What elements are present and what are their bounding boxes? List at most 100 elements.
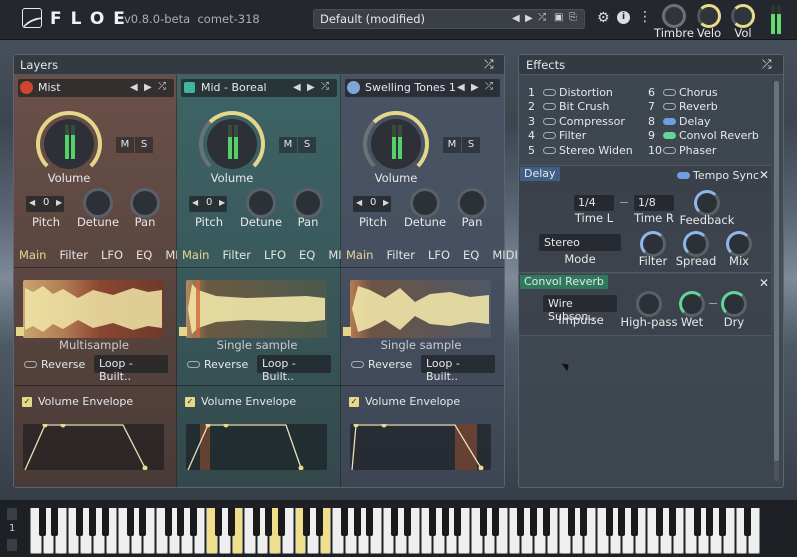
mute-button[interactable]: M xyxy=(443,137,461,153)
mode-select[interactable]: Stereo xyxy=(539,234,621,251)
pan-knob[interactable] xyxy=(457,188,487,218)
tempo-sync-toggle[interactable] xyxy=(677,172,690,179)
black-key[interactable] xyxy=(693,508,701,536)
tab-main[interactable]: Main xyxy=(19,248,46,262)
tab-main[interactable]: Main xyxy=(182,248,209,262)
black-key[interactable] xyxy=(341,508,348,536)
high-pass-knob[interactable] xyxy=(636,291,662,317)
black-key[interactable] xyxy=(177,508,185,536)
black-key[interactable] xyxy=(744,508,752,536)
effect-item-filter[interactable]: 4 Filter xyxy=(528,129,648,142)
mute-button[interactable]: M xyxy=(279,137,297,153)
waveform-display[interactable] xyxy=(23,280,164,338)
next-instrument-icon[interactable]: ▶ xyxy=(144,82,152,93)
reverse-toggle[interactable] xyxy=(187,361,200,368)
black-key[interactable] xyxy=(605,508,613,536)
envelope-display[interactable] xyxy=(186,424,327,470)
black-key[interactable] xyxy=(366,508,374,536)
envelope-display[interactable] xyxy=(23,424,164,470)
black-key[interactable] xyxy=(38,508,46,536)
pitch-up-icon[interactable]: ▶ xyxy=(219,198,225,207)
prev-preset-icon[interactable]: ◀ xyxy=(512,13,520,24)
black-key[interactable] xyxy=(139,508,147,536)
tab-eq[interactable]: EQ xyxy=(463,248,479,262)
solo-button[interactable]: S xyxy=(298,137,316,153)
detune-knob[interactable] xyxy=(83,188,113,218)
effect-item-compressor[interactable]: 3 Compressor xyxy=(528,115,648,128)
prev-instrument-icon[interactable]: ◀ xyxy=(293,82,301,93)
effect-item-bit-crush[interactable]: 2 Bit Crush xyxy=(528,100,648,113)
next-instrument-icon[interactable]: ▶ xyxy=(471,82,479,93)
effect-item-phaser[interactable]: 10 Phaser xyxy=(648,144,768,157)
black-key[interactable] xyxy=(719,508,726,536)
detune-knob[interactable] xyxy=(246,188,276,218)
start-marker-icon[interactable] xyxy=(16,327,24,336)
close-convol-icon[interactable]: ✕ xyxy=(759,276,769,290)
pitch-stepper[interactable]: ◀ 0 ▶ xyxy=(189,196,227,212)
tab-eq[interactable]: EQ xyxy=(136,248,152,262)
effect-item-reverb[interactable]: 7 Reverb xyxy=(648,100,768,113)
time-r-field[interactable]: 1/8 xyxy=(634,195,674,211)
layer-name[interactable]: Mist xyxy=(38,81,61,94)
envelope-checkbox[interactable]: ✓ xyxy=(185,397,195,407)
black-key[interactable] xyxy=(126,508,134,536)
loop-mode-select[interactable]: Loop - Built.. xyxy=(257,355,331,383)
dry-knob[interactable] xyxy=(721,291,747,317)
black-key[interactable] xyxy=(391,508,399,536)
waveform-display[interactable] xyxy=(186,280,327,338)
pitch-down-icon[interactable]: ◀ xyxy=(29,198,35,207)
octave-up-icon[interactable] xyxy=(7,508,17,520)
impulse-select[interactable]: Wire Subson.. xyxy=(543,295,617,323)
black-key[interactable] xyxy=(567,508,575,536)
pitch-stepper[interactable]: ◀ 0 ▶ xyxy=(26,196,64,212)
gear-icon[interactable]: ⚙ xyxy=(597,10,610,26)
black-key[interactable] xyxy=(215,508,222,536)
tab-lfo[interactable]: LFO xyxy=(428,248,450,262)
black-key[interactable] xyxy=(441,508,449,536)
reverse-toggle[interactable] xyxy=(351,361,364,368)
shuffle-layers-icon[interactable]: ⤮ xyxy=(484,57,494,72)
wet-knob[interactable] xyxy=(679,291,705,317)
black-key[interactable] xyxy=(353,508,361,536)
tab-main[interactable]: Main xyxy=(346,248,373,262)
pan-knob[interactable] xyxy=(130,188,160,218)
black-key[interactable] xyxy=(429,508,437,536)
menu-icon[interactable]: ⋮ xyxy=(638,9,652,25)
pan-knob[interactable] xyxy=(293,188,323,218)
black-key[interactable] xyxy=(580,508,588,536)
black-key[interactable] xyxy=(164,508,172,536)
prev-instrument-icon[interactable]: ◀ xyxy=(457,82,465,93)
tab-eq[interactable]: EQ xyxy=(299,248,315,262)
vol-knob[interactable] xyxy=(731,4,755,28)
black-key[interactable] xyxy=(315,508,323,536)
black-key[interactable] xyxy=(189,508,197,536)
detune-knob[interactable] xyxy=(410,188,440,218)
shuffle-instrument-icon[interactable]: ⤮ xyxy=(158,81,166,92)
black-key[interactable] xyxy=(479,508,487,536)
black-key[interactable] xyxy=(706,508,714,536)
start-marker-icon[interactable] xyxy=(343,327,351,336)
pitch-down-icon[interactable]: ◀ xyxy=(356,198,362,207)
mute-button[interactable]: M xyxy=(116,137,134,153)
black-key[interactable] xyxy=(252,508,260,536)
tab-lfo[interactable]: LFO xyxy=(264,248,286,262)
black-key[interactable] xyxy=(51,508,59,536)
black-key[interactable] xyxy=(454,508,462,536)
shuffle-icon[interactable]: ⤮ xyxy=(538,12,546,23)
black-key[interactable] xyxy=(656,508,663,536)
black-key[interactable] xyxy=(227,508,235,536)
black-key[interactable] xyxy=(265,508,273,536)
effect-item-chorus[interactable]: 6 Chorus xyxy=(648,86,768,99)
pitch-stepper[interactable]: ◀ 0 ▶ xyxy=(353,196,391,212)
black-key[interactable] xyxy=(76,508,84,536)
black-key[interactable] xyxy=(303,508,311,536)
reverse-toggle[interactable] xyxy=(24,361,37,368)
pitch-down-icon[interactable]: ◀ xyxy=(192,198,198,207)
effects-scrollbar[interactable] xyxy=(774,81,779,481)
shuffle-effects-icon[interactable]: ⤮ xyxy=(762,57,772,72)
tab-filter[interactable]: Filter xyxy=(386,248,414,262)
envelope-checkbox[interactable]: ✓ xyxy=(349,397,359,407)
black-key[interactable] xyxy=(278,508,285,536)
solo-button[interactable]: S xyxy=(135,137,153,153)
tab-filter[interactable]: Filter xyxy=(222,248,250,262)
